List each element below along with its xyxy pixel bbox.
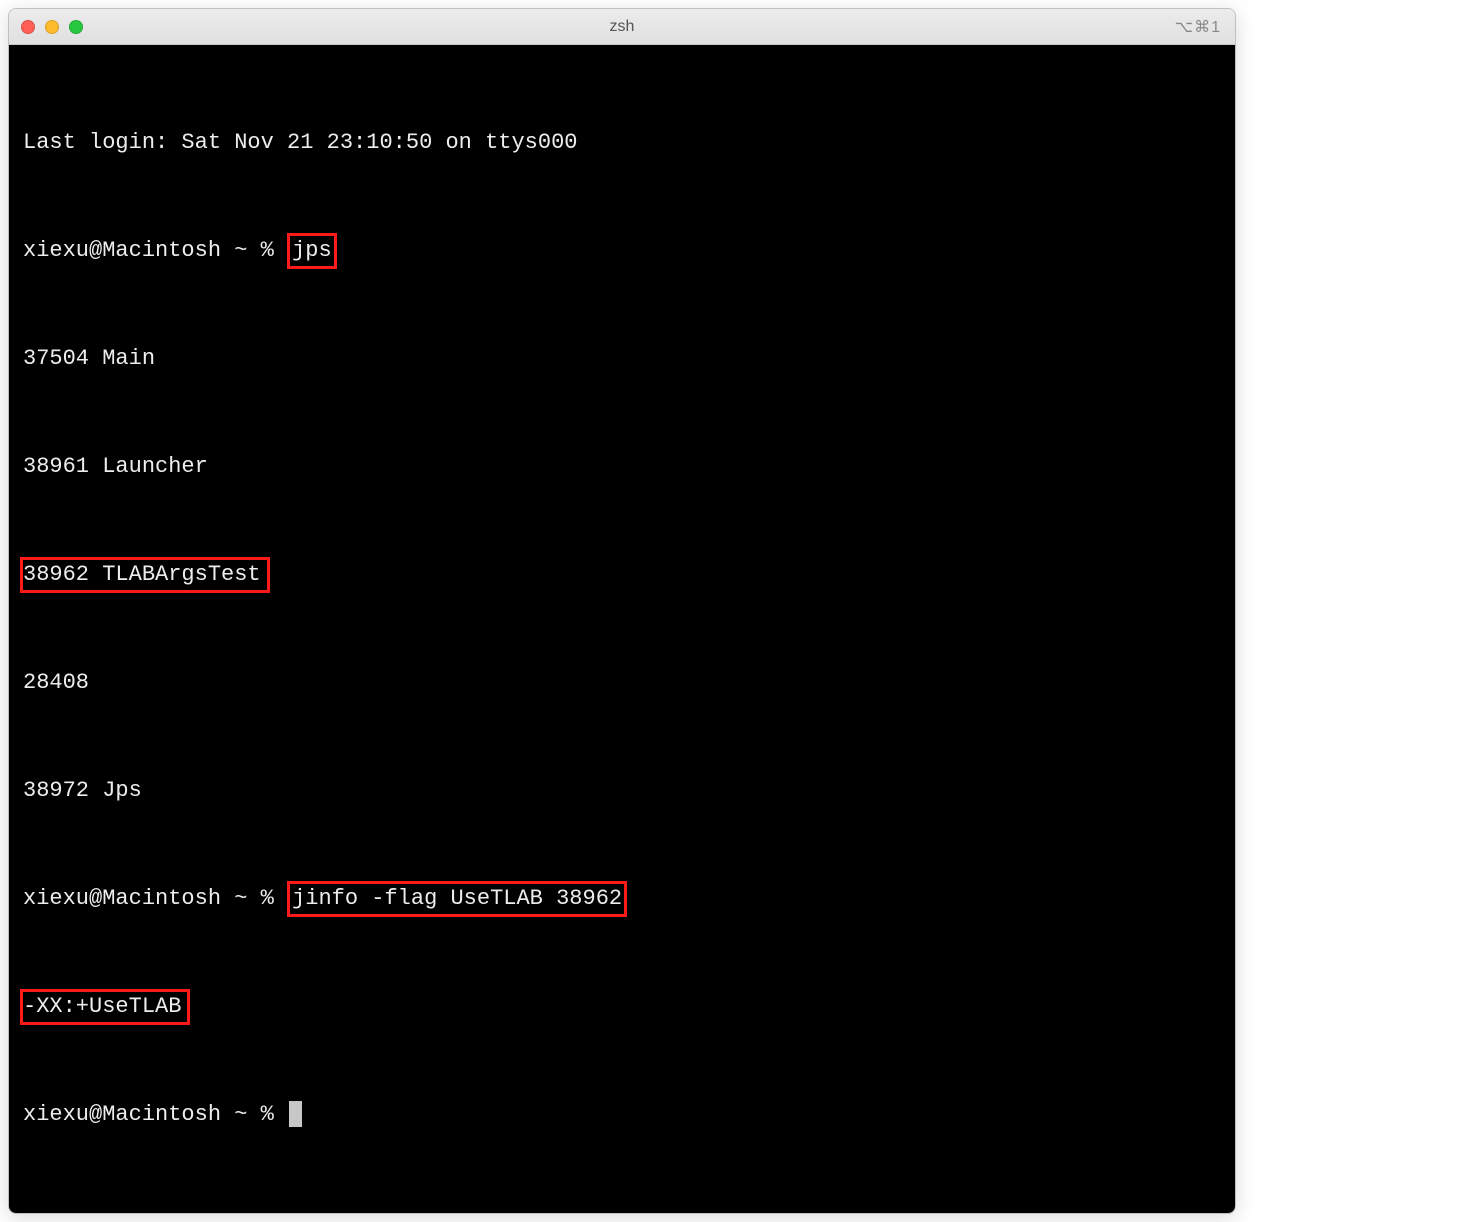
jps-output-line: 38962 TLABArgsTest: [23, 557, 1221, 593]
terminal-body[interactable]: Last login: Sat Nov 21 23:10:50 on ttys0…: [9, 45, 1235, 1213]
prompt-prefix: xiexu@Macintosh ~ %: [23, 238, 287, 263]
jps-output-line: 37504 Main: [23, 341, 1221, 377]
jps-output-line: 38972 Jps: [23, 773, 1221, 809]
cursor-icon: [289, 1101, 302, 1127]
prompt-prefix: xiexu@Macintosh ~ %: [23, 886, 287, 911]
jps-output-line: 38961 Launcher: [23, 449, 1221, 485]
highlight-usetlab: -XX:+UseTLAB: [20, 989, 190, 1025]
jinfo-output-line: -XX:+UseTLAB: [23, 989, 1221, 1025]
window-shortcut-label: ⌥⌘1: [1175, 17, 1221, 37]
last-login-line: Last login: Sat Nov 21 23:10:50 on ttys0…: [23, 125, 1221, 161]
zoom-icon[interactable]: [69, 20, 83, 34]
jps-output-line: 28408: [23, 665, 1221, 701]
window-title: zsh: [610, 18, 635, 36]
window-titlebar: zsh ⌥⌘1: [9, 9, 1235, 45]
terminal-window: zsh ⌥⌘1 Last login: Sat Nov 21 23:10:50 …: [8, 8, 1236, 1214]
highlight-tlab-pid: 38962 TLABArgsTest: [20, 557, 270, 593]
traffic-lights: [21, 20, 83, 34]
minimize-icon[interactable]: [45, 20, 59, 34]
close-icon[interactable]: [21, 20, 35, 34]
highlight-jinfo: jinfo -flag UseTLAB 38962: [287, 881, 627, 917]
prompt-line-2: xiexu@Macintosh ~ % jinfo -flag UseTLAB …: [23, 881, 1221, 917]
prompt-line-1: xiexu@Macintosh ~ % jps: [23, 233, 1221, 269]
prompt-prefix: xiexu@Macintosh ~ %: [23, 1102, 287, 1127]
highlight-jps: jps: [287, 233, 337, 269]
prompt-line-3: xiexu@Macintosh ~ %: [23, 1097, 1221, 1133]
